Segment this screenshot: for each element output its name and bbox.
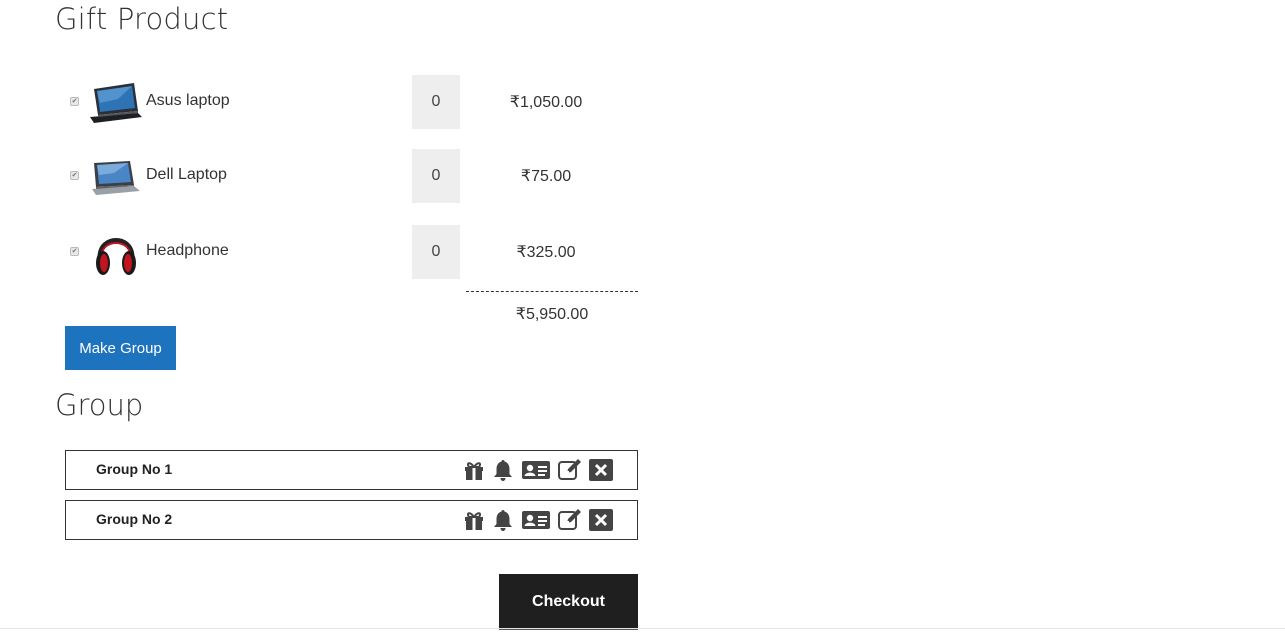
product-checkbox[interactable]: ✔ [70,97,79,106]
close-icon[interactable] [589,459,613,481]
product-checkbox[interactable]: ✔ [70,247,79,256]
laptop-dell-image [88,151,144,203]
product-name: Asus laptop [146,92,230,109]
bell-icon[interactable] [491,458,515,482]
product-name: Dell Laptop [146,166,227,183]
product-row: ✔ Dell Laptop ₹75.00 [0,149,660,205]
total-price: ₹5,950.00 [515,306,589,323]
laptop-asus-image [88,77,144,129]
product-price: ₹75.00 [520,168,572,185]
group-name: Group No 2 [96,511,173,527]
product-price: ₹1,050.00 [509,94,583,111]
product-row: ✔ Asus laptop ₹1,050.00 [0,75,660,131]
close-icon[interactable] [589,509,613,531]
product-row: ✔ Headphone ₹325.00 [0,225,660,281]
headphone-image [88,227,144,279]
quantity-input[interactable] [412,149,460,203]
edit-icon[interactable] [557,508,583,532]
total-divider [466,291,638,292]
group-section-title: Group [55,388,144,422]
edit-icon[interactable] [557,458,583,482]
page-title: Gift Product [55,2,229,36]
checkout-button[interactable]: Checkout [499,574,638,630]
group-name: Group No 1 [96,461,173,477]
product-price: ₹325.00 [516,244,576,261]
group-row: Group No 1 [65,450,638,490]
make-group-button[interactable]: Make Group [65,326,176,370]
product-name: Headphone [146,242,229,259]
gift-icon[interactable] [463,509,485,531]
product-checkbox[interactable]: ✔ [70,171,79,180]
group-actions [463,507,613,533]
id-card-icon[interactable] [521,509,551,531]
gift-icon[interactable] [463,459,485,481]
id-card-icon[interactable] [521,459,551,481]
group-row: Group No 2 [65,500,638,540]
quantity-input[interactable] [412,225,460,279]
footer-divider [0,628,1285,629]
bell-icon[interactable] [491,508,515,532]
quantity-input[interactable] [412,75,460,129]
group-actions [463,457,613,483]
